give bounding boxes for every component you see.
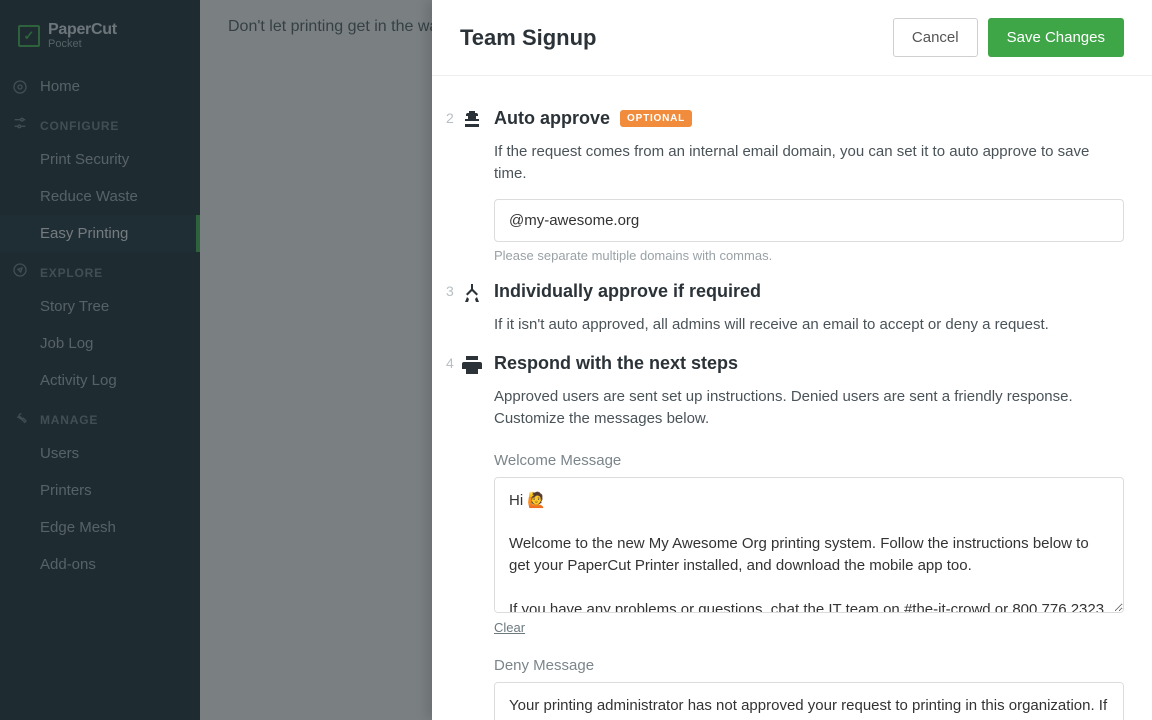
step-respond: 4 Respond with the next steps Approved u… (460, 353, 1124, 720)
step-auto-approve: 2 Auto approve OPTIONAL If the request c… (460, 108, 1124, 263)
helper-text: Please separate multiple domains with co… (494, 248, 1124, 263)
step-individual-approve: 3 Individually approve if required If it… (460, 281, 1124, 336)
modal-title: Team Signup (460, 25, 597, 51)
auto-approve-domains-input[interactable] (494, 199, 1124, 242)
deny-message-label: Deny Message (494, 657, 1124, 674)
step-desc: If it isn't auto approved, all admins wi… (494, 314, 1124, 336)
step-number: 4 (446, 355, 454, 371)
modal-body[interactable]: 2 Auto approve OPTIONAL If the request c… (432, 76, 1152, 720)
optional-badge: OPTIONAL (620, 110, 692, 127)
cancel-button[interactable]: Cancel (893, 18, 978, 57)
deny-message-textarea[interactable]: Your printing administrator has not appr… (494, 682, 1124, 720)
step-title-text: Auto approve (494, 108, 610, 129)
team-signup-modal: Team Signup Cancel Save Changes 2 Auto a… (432, 0, 1152, 720)
clear-welcome-link[interactable]: Clear (494, 620, 525, 635)
step-number: 2 (446, 110, 454, 126)
stamp-icon (460, 108, 484, 132)
step-title-text: Respond with the next steps (494, 353, 738, 374)
save-button[interactable]: Save Changes (988, 18, 1124, 57)
modal-header: Team Signup Cancel Save Changes (432, 0, 1152, 76)
welcome-message-textarea[interactable]: Hi 🙋 Welcome to the new My Awesome Org p… (494, 477, 1124, 613)
printer-message-icon (460, 353, 484, 377)
welcome-message-label: Welcome Message (494, 452, 1124, 469)
step-desc: Approved users are sent set up instructi… (494, 386, 1124, 430)
fork-icon (460, 281, 484, 305)
step-desc: If the request comes from an internal em… (494, 141, 1124, 185)
step-number: 3 (446, 283, 454, 299)
step-title-text: Individually approve if required (494, 281, 761, 302)
